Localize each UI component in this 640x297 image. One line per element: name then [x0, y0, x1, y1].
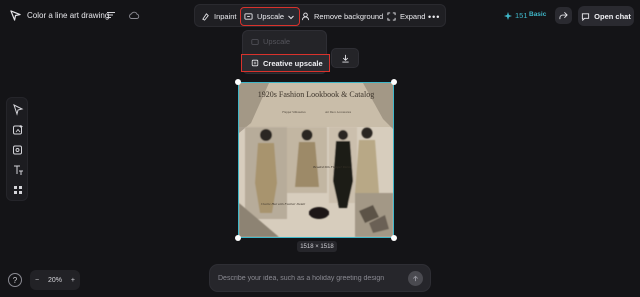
arrow-up-icon: [413, 275, 418, 282]
prompt-box: [209, 264, 431, 292]
select-tool-icon[interactable]: [12, 104, 24, 116]
zoom-control: − 20% +: [30, 270, 80, 290]
open-chat-button[interactable]: Open chat: [578, 6, 634, 26]
top-bar: Color a line art drawing Inpaint Upscale…: [0, 0, 640, 32]
chevron-down-icon: [288, 15, 294, 19]
prompt-input[interactable]: [218, 271, 398, 286]
creative-upscale-label: Creative upscale: [263, 58, 323, 68]
inpaint-button[interactable]: Inpaint: [201, 8, 237, 25]
remove-background-label: Remove background: [314, 12, 384, 21]
image-caption-dress: Beaded Silk Flapper Dress: [313, 165, 351, 169]
document-title[interactable]: Color a line art drawing: [27, 11, 109, 20]
text-tool-icon[interactable]: [12, 164, 24, 176]
upscale-menu-item[interactable]: Upscale: [251, 37, 290, 46]
upscale-icon: [244, 13, 253, 20]
plan-badge[interactable]: Basic: [529, 11, 546, 18]
download-icon: [341, 54, 349, 63]
generated-image: 1920s Fashion Lookbook & Catalog Flapper…: [239, 83, 393, 237]
upscale-dropdown-menu: Upscale Creative upscale: [241, 30, 330, 74]
image-canvas[interactable]: 1920s Fashion Lookbook & Catalog Flapper…: [235, 79, 397, 241]
creative-upscale-menu-item[interactable]: Creative upscale: [241, 54, 330, 72]
app-logo-icon[interactable]: [10, 10, 21, 21]
zoom-out-button[interactable]: −: [35, 277, 39, 284]
hamburger-menu-icon[interactable]: [106, 10, 116, 20]
person-icon: [301, 12, 310, 21]
upscale-label: Upscale: [257, 12, 285, 21]
more-options-button[interactable]: •••: [428, 8, 440, 25]
remove-background-button[interactable]: Remove background: [301, 8, 383, 25]
inpaint-label: Inpaint: [214, 12, 237, 21]
left-toolbar: [6, 97, 28, 201]
cloud-sync-icon[interactable]: [128, 10, 140, 21]
credits-value: 151: [515, 11, 528, 20]
send-button[interactable]: [408, 271, 423, 286]
resize-handle-top-left[interactable]: [235, 79, 241, 85]
image-size-label: 1518 × 1518: [297, 241, 337, 252]
image-subtitle-left: Flapper Silhouettes: [282, 110, 306, 114]
download-button[interactable]: [331, 48, 359, 68]
image-caption-hat: Cloche Hat with Feather Detail: [261, 202, 306, 206]
image-settings-icon[interactable]: [12, 144, 24, 156]
resize-handle-bottom-right[interactable]: [391, 235, 397, 241]
upscale-icon: [251, 38, 259, 45]
grid-tool-icon[interactable]: [12, 184, 24, 196]
image-title-text: 1920s Fashion Lookbook & Catalog: [258, 90, 374, 99]
open-chat-label: Open chat: [594, 11, 631, 21]
image-subtitle-right: Art Deco Accessories: [325, 110, 352, 114]
upscale-button[interactable]: Upscale: [240, 7, 301, 26]
resize-handle-top-right[interactable]: [391, 79, 397, 85]
expand-icon: [387, 12, 396, 21]
expand-label: Expand: [400, 12, 426, 21]
chat-icon: [582, 12, 590, 21]
zoom-level[interactable]: 20%: [48, 277, 62, 284]
resize-handle-bottom-left[interactable]: [235, 235, 241, 241]
add-image-icon[interactable]: [12, 124, 24, 136]
share-button[interactable]: [555, 7, 572, 24]
zoom-in-button[interactable]: +: [71, 277, 75, 284]
credits-counter[interactable]: 151: [504, 11, 528, 20]
image-edit-toolbar: Inpaint Upscale Remove background Expand…: [194, 4, 446, 27]
creative-upscale-icon: [251, 59, 259, 67]
expand-button[interactable]: Expand: [387, 8, 425, 25]
upscale-menu-label: Upscale: [263, 37, 291, 46]
share-icon: [559, 12, 568, 20]
help-button[interactable]: ?: [8, 273, 22, 287]
sparkle-icon: [504, 11, 512, 20]
inpaint-icon: [202, 13, 209, 21]
